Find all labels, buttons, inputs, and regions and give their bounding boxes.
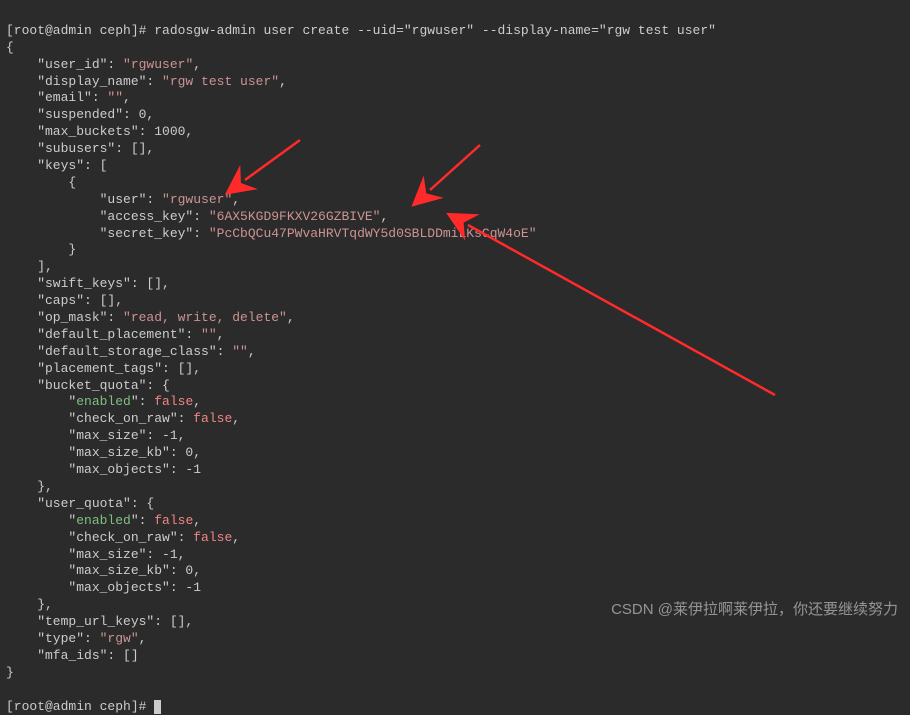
json-line: "bucket_quota": { [6, 378, 170, 393]
json-line: "max_buckets": 1000, [6, 124, 193, 139]
json-false: false [193, 411, 232, 426]
json-line: }, [6, 597, 53, 612]
json-key-enabled: enabled [76, 394, 131, 409]
json-line: "max_size": -1, [6, 547, 185, 562]
json-line: "user": [6, 192, 162, 207]
json-line: "check_on_raw": [6, 530, 193, 545]
cursor-icon [154, 700, 161, 714]
json-line: "max_size": -1, [6, 428, 185, 443]
json-line: "swift_keys": [], [6, 276, 170, 291]
json-line: "max_objects": -1 [6, 580, 201, 595]
json-false: false [154, 513, 193, 528]
json-false: false [154, 394, 193, 409]
json-value: "" [232, 344, 248, 359]
json-line: "default_placement": [6, 327, 201, 342]
json-line: { [6, 40, 14, 55]
command-line: radosgw-admin user create --uid="rgwuser… [154, 23, 716, 38]
json-value: "rgwuser" [123, 57, 193, 72]
json-value: "PcCbQCu47PWvaHRVTqdWY5d0SBLDDmiLKsCqW4o… [209, 226, 537, 241]
json-line: "max_size_kb": 0, [6, 563, 201, 578]
json-value: "" [107, 90, 123, 105]
json-line: " [6, 513, 76, 528]
json-line: ], [6, 259, 53, 274]
json-value: "rgw test user" [162, 74, 279, 89]
watermark-text: CSDN @莱伊拉啊莱伊拉，你还要继续努力 [611, 600, 898, 620]
json-line: "access_key": [6, 209, 209, 224]
json-line: "check_on_raw": [6, 411, 193, 426]
json-line: "op_mask": [6, 310, 123, 325]
json-line: "type": [6, 631, 100, 646]
json-line: " [6, 394, 76, 409]
json-line: } [6, 242, 76, 257]
json-line: "secret_key": [6, 226, 209, 241]
json-line: { [6, 175, 76, 190]
json-line: "suspended": 0, [6, 107, 154, 122]
json-value: "" [201, 327, 217, 342]
json-value: "rgwuser" [162, 192, 232, 207]
json-line: }, [6, 479, 53, 494]
json-line: "mfa_ids": [] [6, 648, 139, 663]
json-false: false [193, 530, 232, 545]
json-line: "max_objects": -1 [6, 462, 201, 477]
json-key-enabled: enabled [76, 513, 131, 528]
json-value: "rgw" [100, 631, 139, 646]
json-line: "user_quota": { [6, 496, 154, 511]
json-line: "placement_tags": [], [6, 361, 201, 376]
json-line: } [6, 665, 14, 680]
prompt-1: [root@admin ceph]# [6, 23, 154, 38]
json-line: "default_storage_class": [6, 344, 232, 359]
json-value: "6AX5KGD9FKXV26GZBIVE" [209, 209, 381, 224]
json-value: "read, write, delete" [123, 310, 287, 325]
json-line: "user_id": [6, 57, 123, 72]
json-line: "subusers": [], [6, 141, 154, 156]
prompt-2[interactable]: [root@admin ceph]# [6, 699, 154, 714]
json-line: "keys": [ [6, 158, 107, 173]
json-line: "max_size_kb": 0, [6, 445, 201, 460]
json-line: "display_name": [6, 74, 162, 89]
json-line: "caps": [], [6, 293, 123, 308]
json-line: "email": [6, 90, 107, 105]
